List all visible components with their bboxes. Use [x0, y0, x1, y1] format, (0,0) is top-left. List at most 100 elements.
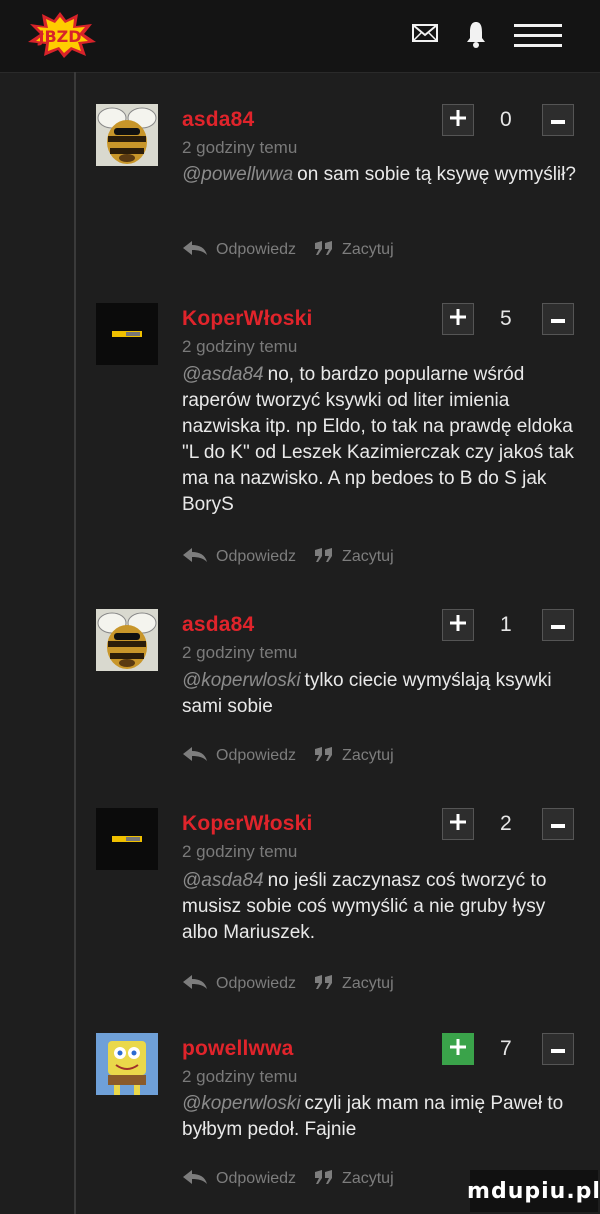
vote-widget: 1 — [442, 609, 576, 643]
reply-label: Odpowiedz — [216, 548, 297, 565]
minus-icon — [551, 111, 565, 129]
comment-text: no, to bardzo popularne wśród raperów tw… — [182, 364, 574, 515]
minus-icon — [551, 1040, 565, 1058]
vote-score: 5 — [500, 307, 512, 330]
reply-button[interactable]: Odpowiedz — [182, 240, 296, 261]
plus-icon — [450, 813, 466, 835]
reply-icon — [182, 746, 216, 767]
quote-button[interactable]: Zacytuj — [314, 746, 394, 767]
quote-button[interactable]: Zacytuj — [314, 547, 394, 568]
comment-username[interactable]: asda84 — [182, 613, 254, 637]
plus-icon — [450, 109, 466, 131]
avatar[interactable] — [96, 104, 158, 166]
downvote-button[interactable] — [542, 609, 574, 641]
reply-button[interactable]: Odpowiedz — [182, 1169, 296, 1190]
reply-icon — [182, 547, 216, 568]
downvote-button[interactable] — [542, 808, 574, 840]
reply-icon — [182, 974, 216, 995]
comment-body: @koperwloski czyli jak mam na imię Paweł … — [182, 1091, 577, 1143]
comment-time: 2 godziny temu — [182, 337, 298, 356]
upvote-button[interactable] — [442, 104, 474, 136]
reply-icon — [182, 240, 216, 261]
quote-icon — [314, 547, 342, 568]
comment-actions: Odpowiedz Zacytuj — [182, 744, 412, 768]
comment-actions: Odpowiedz Zacytuj — [182, 972, 412, 996]
reply-label: Odpowiedz — [216, 747, 297, 764]
comment-username[interactable]: powellwwa — [182, 1037, 294, 1061]
vote-widget: 0 — [442, 104, 576, 138]
vote-score: 7 — [500, 1037, 512, 1060]
downvote-button[interactable] — [542, 1033, 574, 1065]
top-bar: JBZD — [0, 0, 600, 73]
site-logo[interactable]: JBZD — [22, 10, 98, 60]
vote-score: 0 — [500, 108, 512, 131]
reply-label: Odpowiedz — [216, 1170, 297, 1187]
upvote-button[interactable] — [442, 808, 474, 840]
reply-button[interactable]: Odpowiedz — [182, 974, 296, 995]
thread-line — [74, 72, 76, 1214]
comment-username[interactable]: KoperWłoski — [182, 812, 313, 836]
comment-mention[interactable]: @powellwwa — [182, 164, 293, 185]
comment-time: 2 godziny temu — [182, 842, 298, 861]
quote-button[interactable]: Zacytuj — [314, 1169, 394, 1190]
quote-label: Zacytuj — [342, 548, 394, 565]
quote-icon — [314, 1169, 342, 1190]
minus-icon — [551, 310, 565, 328]
vote-widget: 5 — [442, 303, 576, 337]
comment-username[interactable]: KoperWłoski — [182, 307, 313, 331]
comment-time: 2 godziny temu — [182, 1067, 298, 1086]
plus-icon — [450, 614, 466, 636]
reply-button[interactable]: Odpowiedz — [182, 547, 296, 568]
comment-actions: Odpowiedz Zacytuj — [182, 1167, 412, 1191]
comment-body: @asda84 no jeśli zaczynasz coś tworzyć to… — [182, 868, 577, 946]
quote-label: Zacytuj — [342, 747, 394, 764]
vote-score: 1 — [500, 613, 512, 636]
avatar[interactable] — [96, 808, 158, 870]
bell-icon[interactable] — [466, 20, 486, 53]
avatar[interactable] — [96, 609, 158, 671]
minus-icon — [551, 815, 565, 833]
downvote-button[interactable] — [542, 303, 574, 335]
upvote-button[interactable] — [442, 1033, 474, 1065]
comment-time: 2 godziny temu — [182, 138, 298, 157]
comment-body: @koperwloski tylko ciecie wymyślają ksywk… — [182, 668, 577, 720]
reply-icon — [182, 1169, 216, 1190]
watermark: mdupiu.pl — [467, 1170, 600, 1212]
comment-actions: Odpowiedz Zacytuj — [182, 238, 412, 262]
comment-mention[interactable]: @asda84 — [182, 364, 264, 385]
mail-icon[interactable] — [412, 22, 438, 49]
avatar[interactable] — [96, 1033, 158, 1095]
plus-icon — [450, 308, 466, 330]
quote-icon — [314, 974, 342, 995]
vote-score: 2 — [500, 812, 512, 835]
avatar[interactable] — [96, 303, 158, 365]
comment-time: 2 godziny temu — [182, 643, 298, 662]
logo-text: JBZD — [37, 27, 81, 46]
vote-widget: 2 — [442, 808, 576, 842]
comment-body: @powellwwa on sam sobie tą ksywę wymyślił… — [182, 162, 577, 188]
quote-label: Zacytuj — [342, 975, 394, 992]
quote-label: Zacytuj — [342, 1170, 394, 1187]
quote-icon — [314, 240, 342, 261]
comment-text: on sam sobie tą ksywę wymyślił? — [297, 164, 576, 185]
quote-icon — [314, 746, 342, 767]
vote-widget: 7 — [442, 1033, 576, 1067]
comment-mention[interactable]: @asda84 — [182, 870, 264, 891]
comment-actions: Odpowiedz Zacytuj — [182, 545, 412, 569]
quote-button[interactable]: Zacytuj — [314, 240, 394, 261]
comment-mention[interactable]: @koperwloski — [182, 1093, 301, 1114]
comment-username[interactable]: asda84 — [182, 108, 254, 132]
comment-body: @asda84 no, to bardzo popularne wśród rap… — [182, 362, 577, 518]
plus-icon — [450, 1038, 466, 1060]
quote-button[interactable]: Zacytuj — [314, 974, 394, 995]
upvote-button[interactable] — [442, 303, 474, 335]
comment-mention[interactable]: @koperwloski — [182, 670, 301, 691]
minus-icon — [551, 616, 565, 634]
reply-label: Odpowiedz — [216, 241, 297, 258]
reply-button[interactable]: Odpowiedz — [182, 746, 296, 767]
downvote-button[interactable] — [542, 104, 574, 136]
menu-icon[interactable] — [514, 24, 562, 53]
quote-label: Zacytuj — [342, 241, 394, 258]
upvote-button[interactable] — [442, 609, 474, 641]
reply-label: Odpowiedz — [216, 975, 297, 992]
